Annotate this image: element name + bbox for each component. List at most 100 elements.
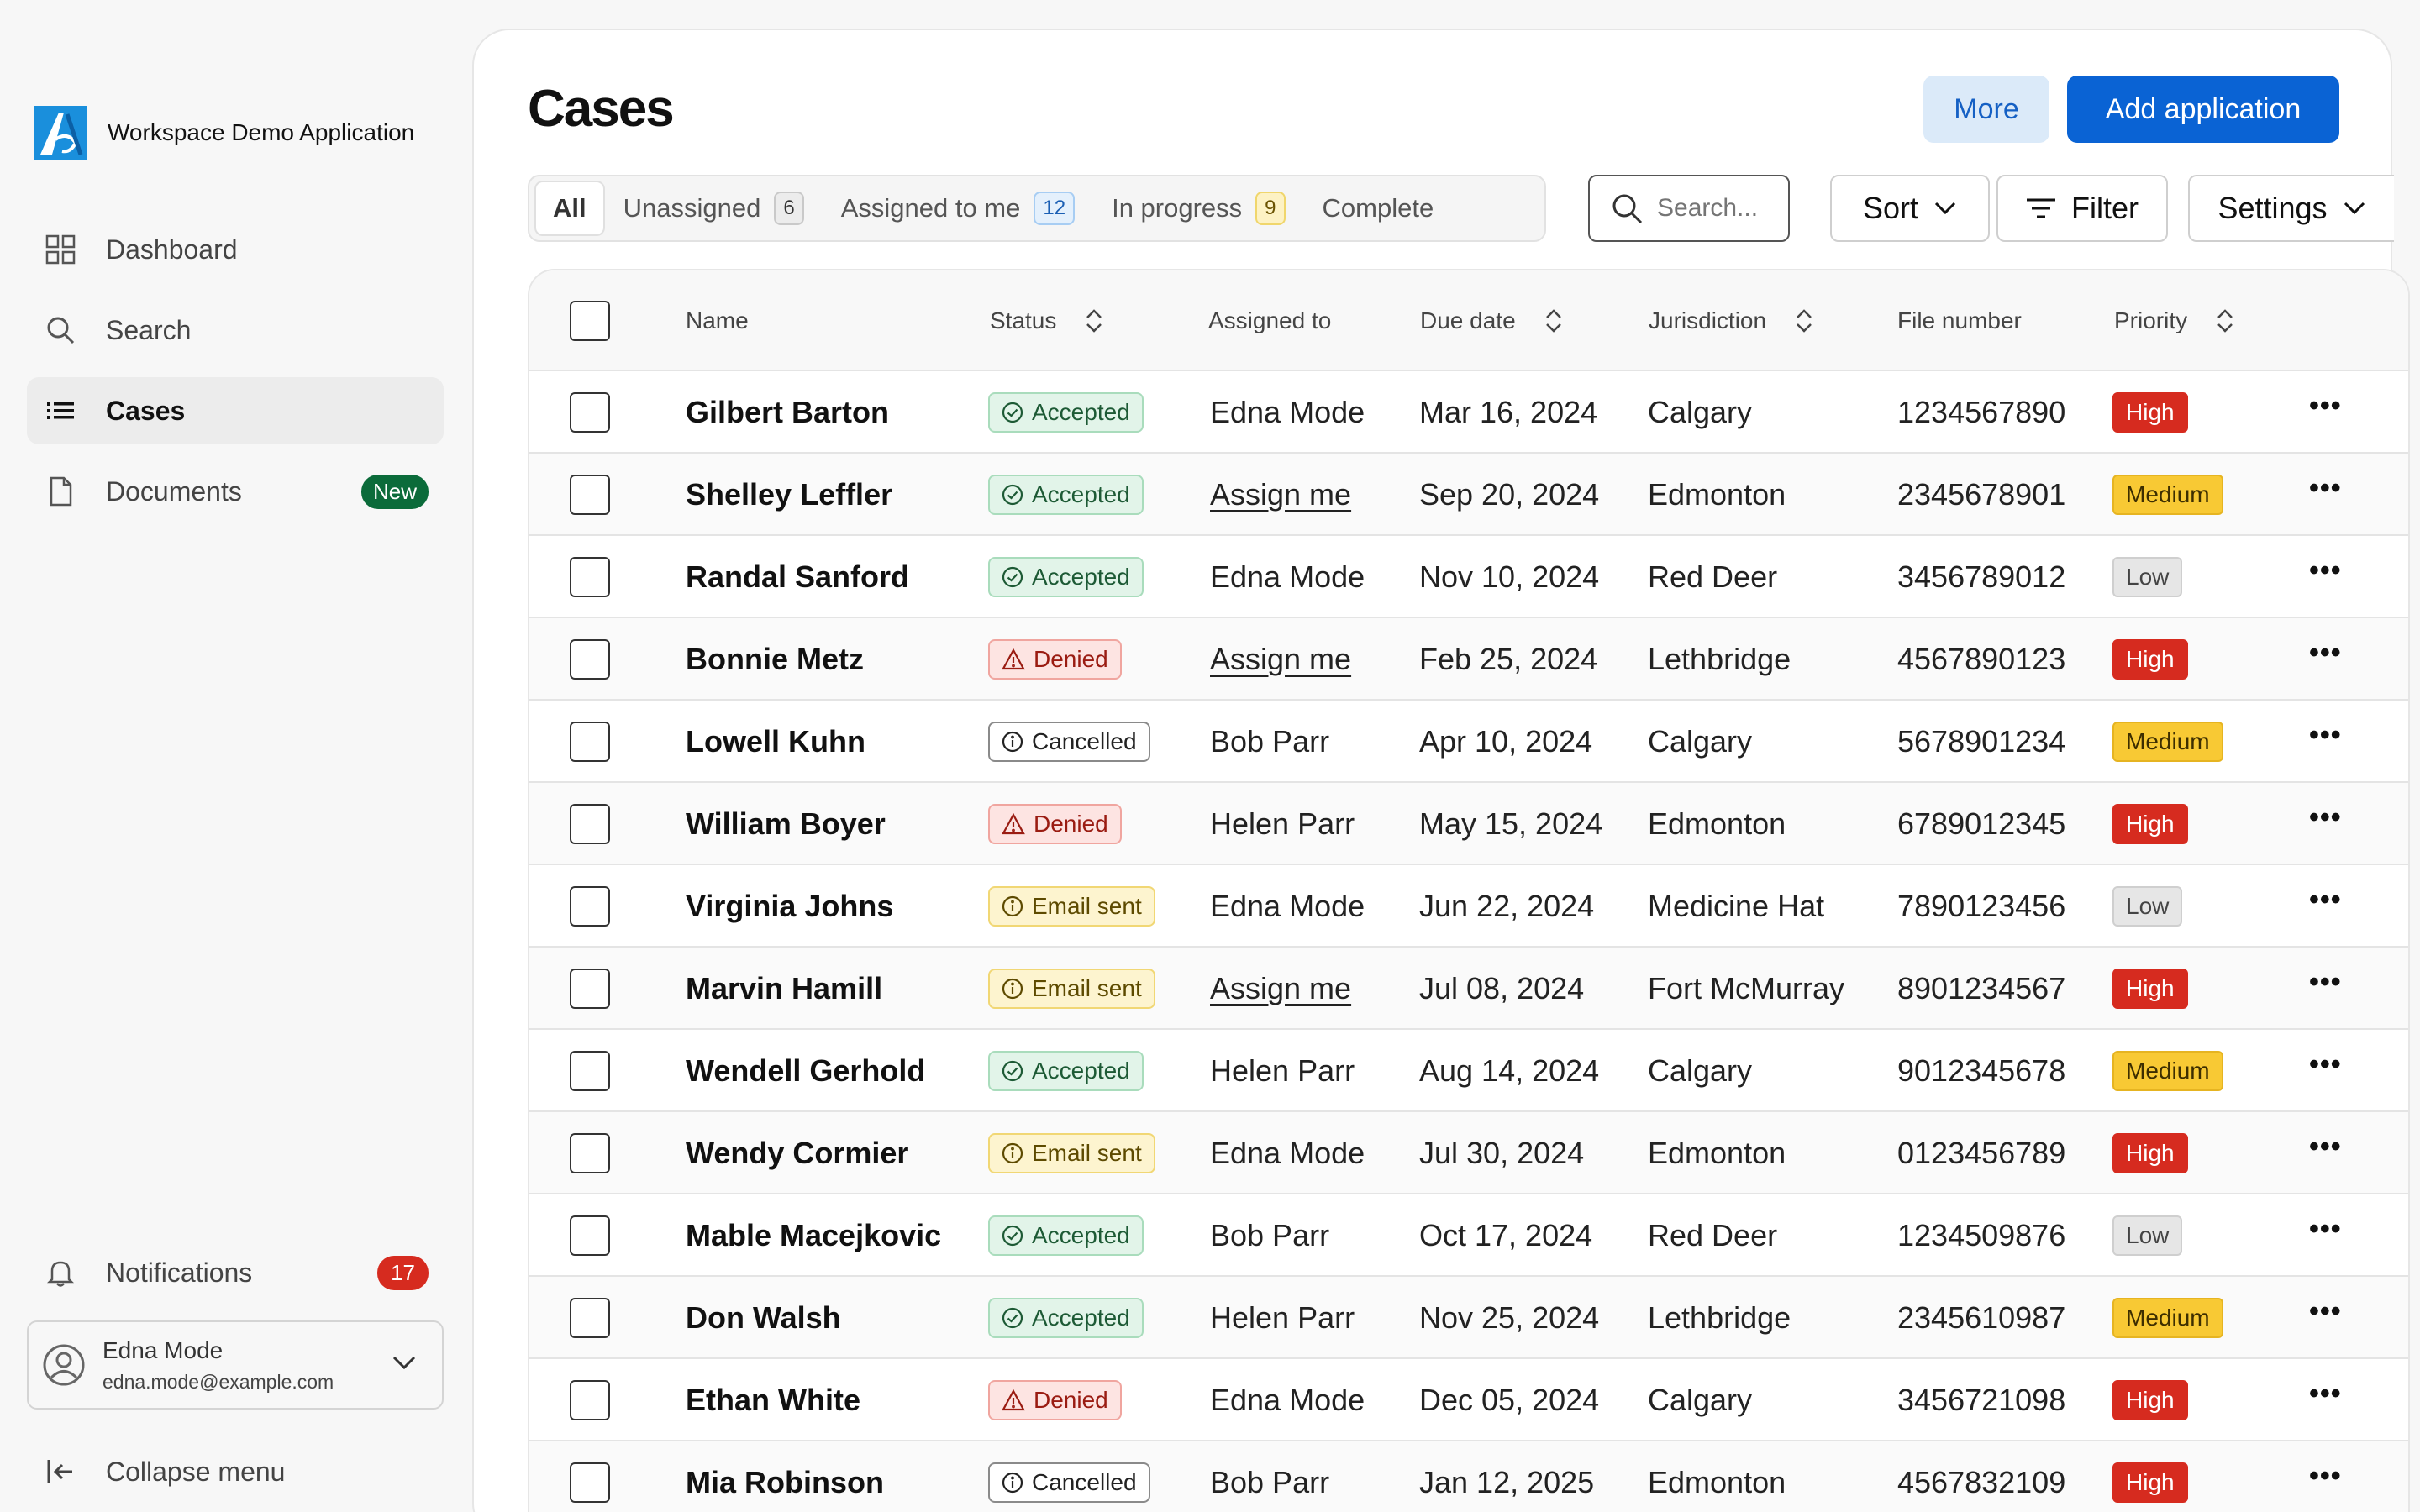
table-row[interactable]: Wendell Gerhold Accepted Helen Parr Aug 14,… bbox=[529, 1030, 2408, 1112]
case-name[interactable]: Ethan White bbox=[686, 1359, 860, 1441]
tab-unassigned[interactable]: Unassigned 6 bbox=[605, 181, 823, 236]
filter-button[interactable]: Filter bbox=[1996, 175, 2168, 242]
sort-icon[interactable] bbox=[1544, 307, 1563, 334]
file-number: 7890123456 bbox=[1897, 889, 2066, 923]
sort-icon[interactable] bbox=[1795, 307, 1813, 334]
assign-me-link[interactable]: Assign me bbox=[1210, 618, 1351, 701]
page-title: Cases bbox=[528, 80, 675, 138]
sidebar-item-notifications[interactable]: Notifications 17 bbox=[27, 1239, 444, 1306]
user-menu[interactable]: Edna Mode edna.mode@example.com bbox=[27, 1320, 444, 1410]
row-checkbox[interactable] bbox=[570, 1133, 610, 1173]
table-row[interactable]: Wendy Cormier Email sent Edna Mode Jul 30, … bbox=[529, 1112, 2408, 1194]
select-all-checkbox-cell bbox=[570, 270, 610, 371]
status-label: Accepted bbox=[1032, 564, 1130, 590]
row-checkbox[interactable] bbox=[570, 639, 610, 680]
sort-button[interactable]: Sort bbox=[1830, 175, 1990, 242]
case-name[interactable]: Marvin Hamill bbox=[686, 948, 882, 1030]
row-actions-button[interactable]: ••• bbox=[2309, 1112, 2342, 1194]
collapse-menu-button[interactable]: Collapse menu bbox=[27, 1438, 444, 1505]
row-checkbox[interactable] bbox=[570, 1462, 610, 1503]
sort-icon[interactable] bbox=[1085, 307, 1103, 334]
row-actions-button[interactable]: ••• bbox=[2309, 618, 2342, 701]
row-actions-button[interactable]: ••• bbox=[2309, 865, 2342, 948]
case-name[interactable]: Gilbert Barton bbox=[686, 371, 889, 454]
row-actions-button[interactable]: ••• bbox=[2309, 1277, 2342, 1359]
more-button[interactable]: More bbox=[1923, 76, 2049, 143]
add-application-button[interactable]: Add application bbox=[2067, 76, 2339, 143]
case-name[interactable]: Mia Robinson bbox=[686, 1441, 884, 1512]
tab-all[interactable]: All bbox=[534, 181, 605, 236]
table-row[interactable]: William Boyer Denied Helen Parr May 15, 202… bbox=[529, 783, 2408, 865]
case-name[interactable]: Lowell Kuhn bbox=[686, 701, 865, 783]
sort-icon[interactable] bbox=[2216, 307, 2234, 334]
select-all-checkbox[interactable] bbox=[570, 301, 610, 341]
row-actions-button[interactable]: ••• bbox=[2309, 536, 2342, 618]
row-checkbox[interactable] bbox=[570, 969, 610, 1009]
table-row[interactable]: Don Walsh Accepted Helen Parr Nov 25, 2024 L… bbox=[529, 1277, 2408, 1359]
row-actions-button[interactable]: ••• bbox=[2309, 1359, 2342, 1441]
row-checkbox[interactable] bbox=[570, 1051, 610, 1091]
column-status[interactable]: Status bbox=[990, 270, 1103, 371]
tab-complete[interactable]: Complete bbox=[1304, 181, 1453, 236]
column-jurisdiction[interactable]: Jurisdiction bbox=[1649, 270, 1813, 371]
row-checkbox[interactable] bbox=[570, 557, 610, 597]
table-row[interactable]: Gilbert Barton Accepted Edna Mode Mar 16, 2… bbox=[529, 371, 2408, 454]
search-box[interactable] bbox=[1588, 175, 1790, 242]
brand[interactable]: Workspace Demo Application bbox=[34, 106, 414, 160]
priority-cell: High bbox=[2112, 371, 2188, 454]
priority-cell: Low bbox=[2112, 536, 2183, 618]
table-row[interactable]: Lowell Kuhn Cancelled Bob Parr Apr 10, 2024… bbox=[529, 701, 2408, 783]
sidebar-item-documents[interactable]: Documents New bbox=[27, 458, 444, 525]
row-checkbox[interactable] bbox=[570, 1298, 610, 1338]
tab-label: Unassigned bbox=[623, 193, 761, 223]
sidebar-item-dashboard[interactable]: Dashboard bbox=[27, 216, 444, 283]
assign-me-link[interactable]: Assign me bbox=[1210, 454, 1351, 536]
row-actions-button[interactable]: ••• bbox=[2309, 1030, 2342, 1112]
table-row[interactable]: Marvin Hamill Email sent Assign me Jul 08, … bbox=[529, 948, 2408, 1030]
row-actions-button[interactable]: ••• bbox=[2309, 701, 2342, 783]
column-due-date[interactable]: Due date bbox=[1420, 270, 1563, 371]
settings-button[interactable]: Settings bbox=[2188, 175, 2394, 242]
table-row[interactable]: Shelley Leffler Accepted Assign me Sep 20, … bbox=[529, 454, 2408, 536]
case-name[interactable]: Don Walsh bbox=[686, 1277, 841, 1359]
row-checkbox[interactable] bbox=[570, 1380, 610, 1420]
case-name[interactable]: William Boyer bbox=[686, 783, 886, 865]
case-name[interactable]: Wendell Gerhold bbox=[686, 1030, 925, 1112]
priority-cell: High bbox=[2112, 1441, 2188, 1512]
row-actions-button[interactable]: ••• bbox=[2309, 1194, 2342, 1277]
priority-cell: High bbox=[2112, 618, 2188, 701]
priority-cell: High bbox=[2112, 783, 2188, 865]
table-row[interactable]: Bonnie Metz Denied Assign me Feb 25, 2024 Le… bbox=[529, 618, 2408, 701]
table-row[interactable]: Randal Sanford Accepted Edna Mode Nov 10, 2… bbox=[529, 536, 2408, 618]
row-actions-button[interactable]: ••• bbox=[2309, 783, 2342, 865]
sidebar-item-search[interactable]: Search bbox=[27, 297, 444, 364]
row-actions-button[interactable]: ••• bbox=[2309, 1441, 2342, 1512]
table-row[interactable]: Ethan White Denied Edna Mode Dec 05, 2024 Ca… bbox=[529, 1359, 2408, 1441]
table-row[interactable]: Mable Macejkovic Accepted Bob Parr Oct 17, … bbox=[529, 1194, 2408, 1277]
table-row[interactable]: Mia Robinson Cancelled Bob Parr Jan 12, 202… bbox=[529, 1441, 2408, 1512]
row-checkbox[interactable] bbox=[570, 392, 610, 433]
row-checkbox[interactable] bbox=[570, 722, 610, 762]
tab-in-progress[interactable]: In progress 9 bbox=[1093, 181, 1303, 236]
row-actions-button[interactable]: ••• bbox=[2309, 454, 2342, 536]
case-name[interactable]: Wendy Cormier bbox=[686, 1112, 908, 1194]
row-actions-button[interactable]: ••• bbox=[2309, 948, 2342, 1030]
tab-assigned-to-me[interactable]: Assigned to me 12 bbox=[823, 181, 1093, 236]
search-input[interactable] bbox=[1657, 194, 1783, 223]
case-name[interactable]: Virginia Johns bbox=[686, 865, 893, 948]
row-checkbox[interactable] bbox=[570, 1215, 610, 1256]
case-name[interactable]: Mable Macejkovic bbox=[686, 1194, 941, 1277]
sidebar-item-cases[interactable]: Cases bbox=[27, 377, 444, 444]
assign-me-link[interactable]: Assign me bbox=[1210, 948, 1351, 1030]
row-checkbox[interactable] bbox=[570, 475, 610, 515]
column-priority[interactable]: Priority bbox=[2114, 270, 2234, 371]
table-row[interactable]: Virginia Johns Email sent Edna Mode Jun 22,… bbox=[529, 865, 2408, 948]
row-checkbox[interactable] bbox=[570, 804, 610, 844]
case-name[interactable]: Shelley Leffler bbox=[686, 454, 892, 536]
status-cell: Accepted bbox=[988, 536, 1144, 618]
row-checkbox[interactable] bbox=[570, 886, 610, 927]
row-actions-button[interactable]: ••• bbox=[2309, 371, 2342, 454]
status-label: Accepted bbox=[1032, 1058, 1130, 1084]
case-name[interactable]: Bonnie Metz bbox=[686, 618, 864, 701]
case-name[interactable]: Randal Sanford bbox=[686, 536, 909, 618]
